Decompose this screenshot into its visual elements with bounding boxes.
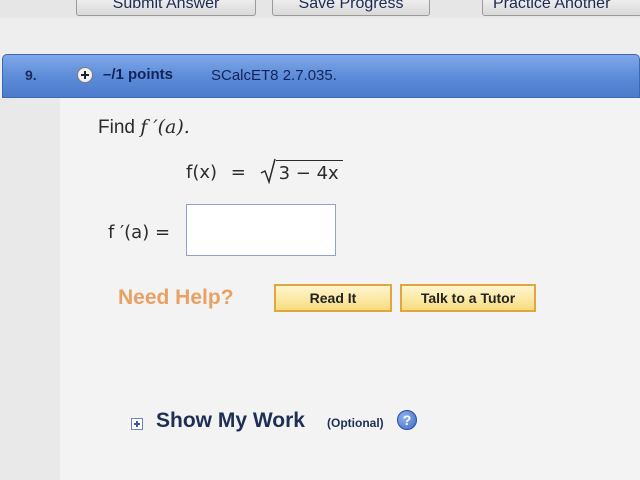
square-root-expression: 3 − 4x bbox=[260, 158, 343, 184]
radicand: 3 − 4x bbox=[275, 160, 343, 184]
need-help-label: Need Help? bbox=[118, 286, 234, 309]
answer-label: f ′(a) = bbox=[108, 222, 171, 243]
plus-square-icon[interactable] bbox=[131, 418, 143, 430]
equation-equals: = bbox=[230, 161, 246, 183]
question-mark-icon[interactable]: ? bbox=[397, 410, 417, 430]
top-toolbar: Submit Answer Save Progress Practice Ano… bbox=[0, 0, 640, 18]
question-code: SCalcET8 2.7.035. bbox=[211, 67, 337, 84]
function-equation: f(x) = 3 − 4x bbox=[186, 158, 343, 184]
read-it-button[interactable]: Read It bbox=[274, 284, 392, 312]
square-root-icon bbox=[260, 158, 276, 184]
instruction-prefix: Find bbox=[98, 117, 141, 138]
submit-answer-button[interactable]: Submit Answer bbox=[76, 0, 256, 16]
practice-another-button[interactable]: Practice Another bbox=[482, 0, 640, 16]
question-instruction: Find f ′(a). bbox=[98, 116, 190, 139]
show-my-work-optional: (Optional) bbox=[327, 416, 384, 430]
equation-lhs: f(x) bbox=[186, 161, 218, 183]
question-points: –/1 points bbox=[103, 66, 174, 83]
save-progress-button[interactable]: Save Progress bbox=[272, 0, 430, 16]
question-header: 9. –/1 points SCalcET8 2.7.035. bbox=[2, 54, 640, 98]
instruction-function: f ′(a). bbox=[140, 116, 190, 138]
answer-input[interactable] bbox=[186, 204, 336, 256]
question-number: 9. bbox=[25, 67, 37, 83]
question-left-margin bbox=[0, 98, 60, 480]
plus-circle-icon[interactable] bbox=[77, 67, 93, 83]
show-my-work-link[interactable]: Show My Work bbox=[156, 409, 305, 433]
talk-to-tutor-button[interactable]: Talk to a Tutor bbox=[400, 284, 536, 312]
